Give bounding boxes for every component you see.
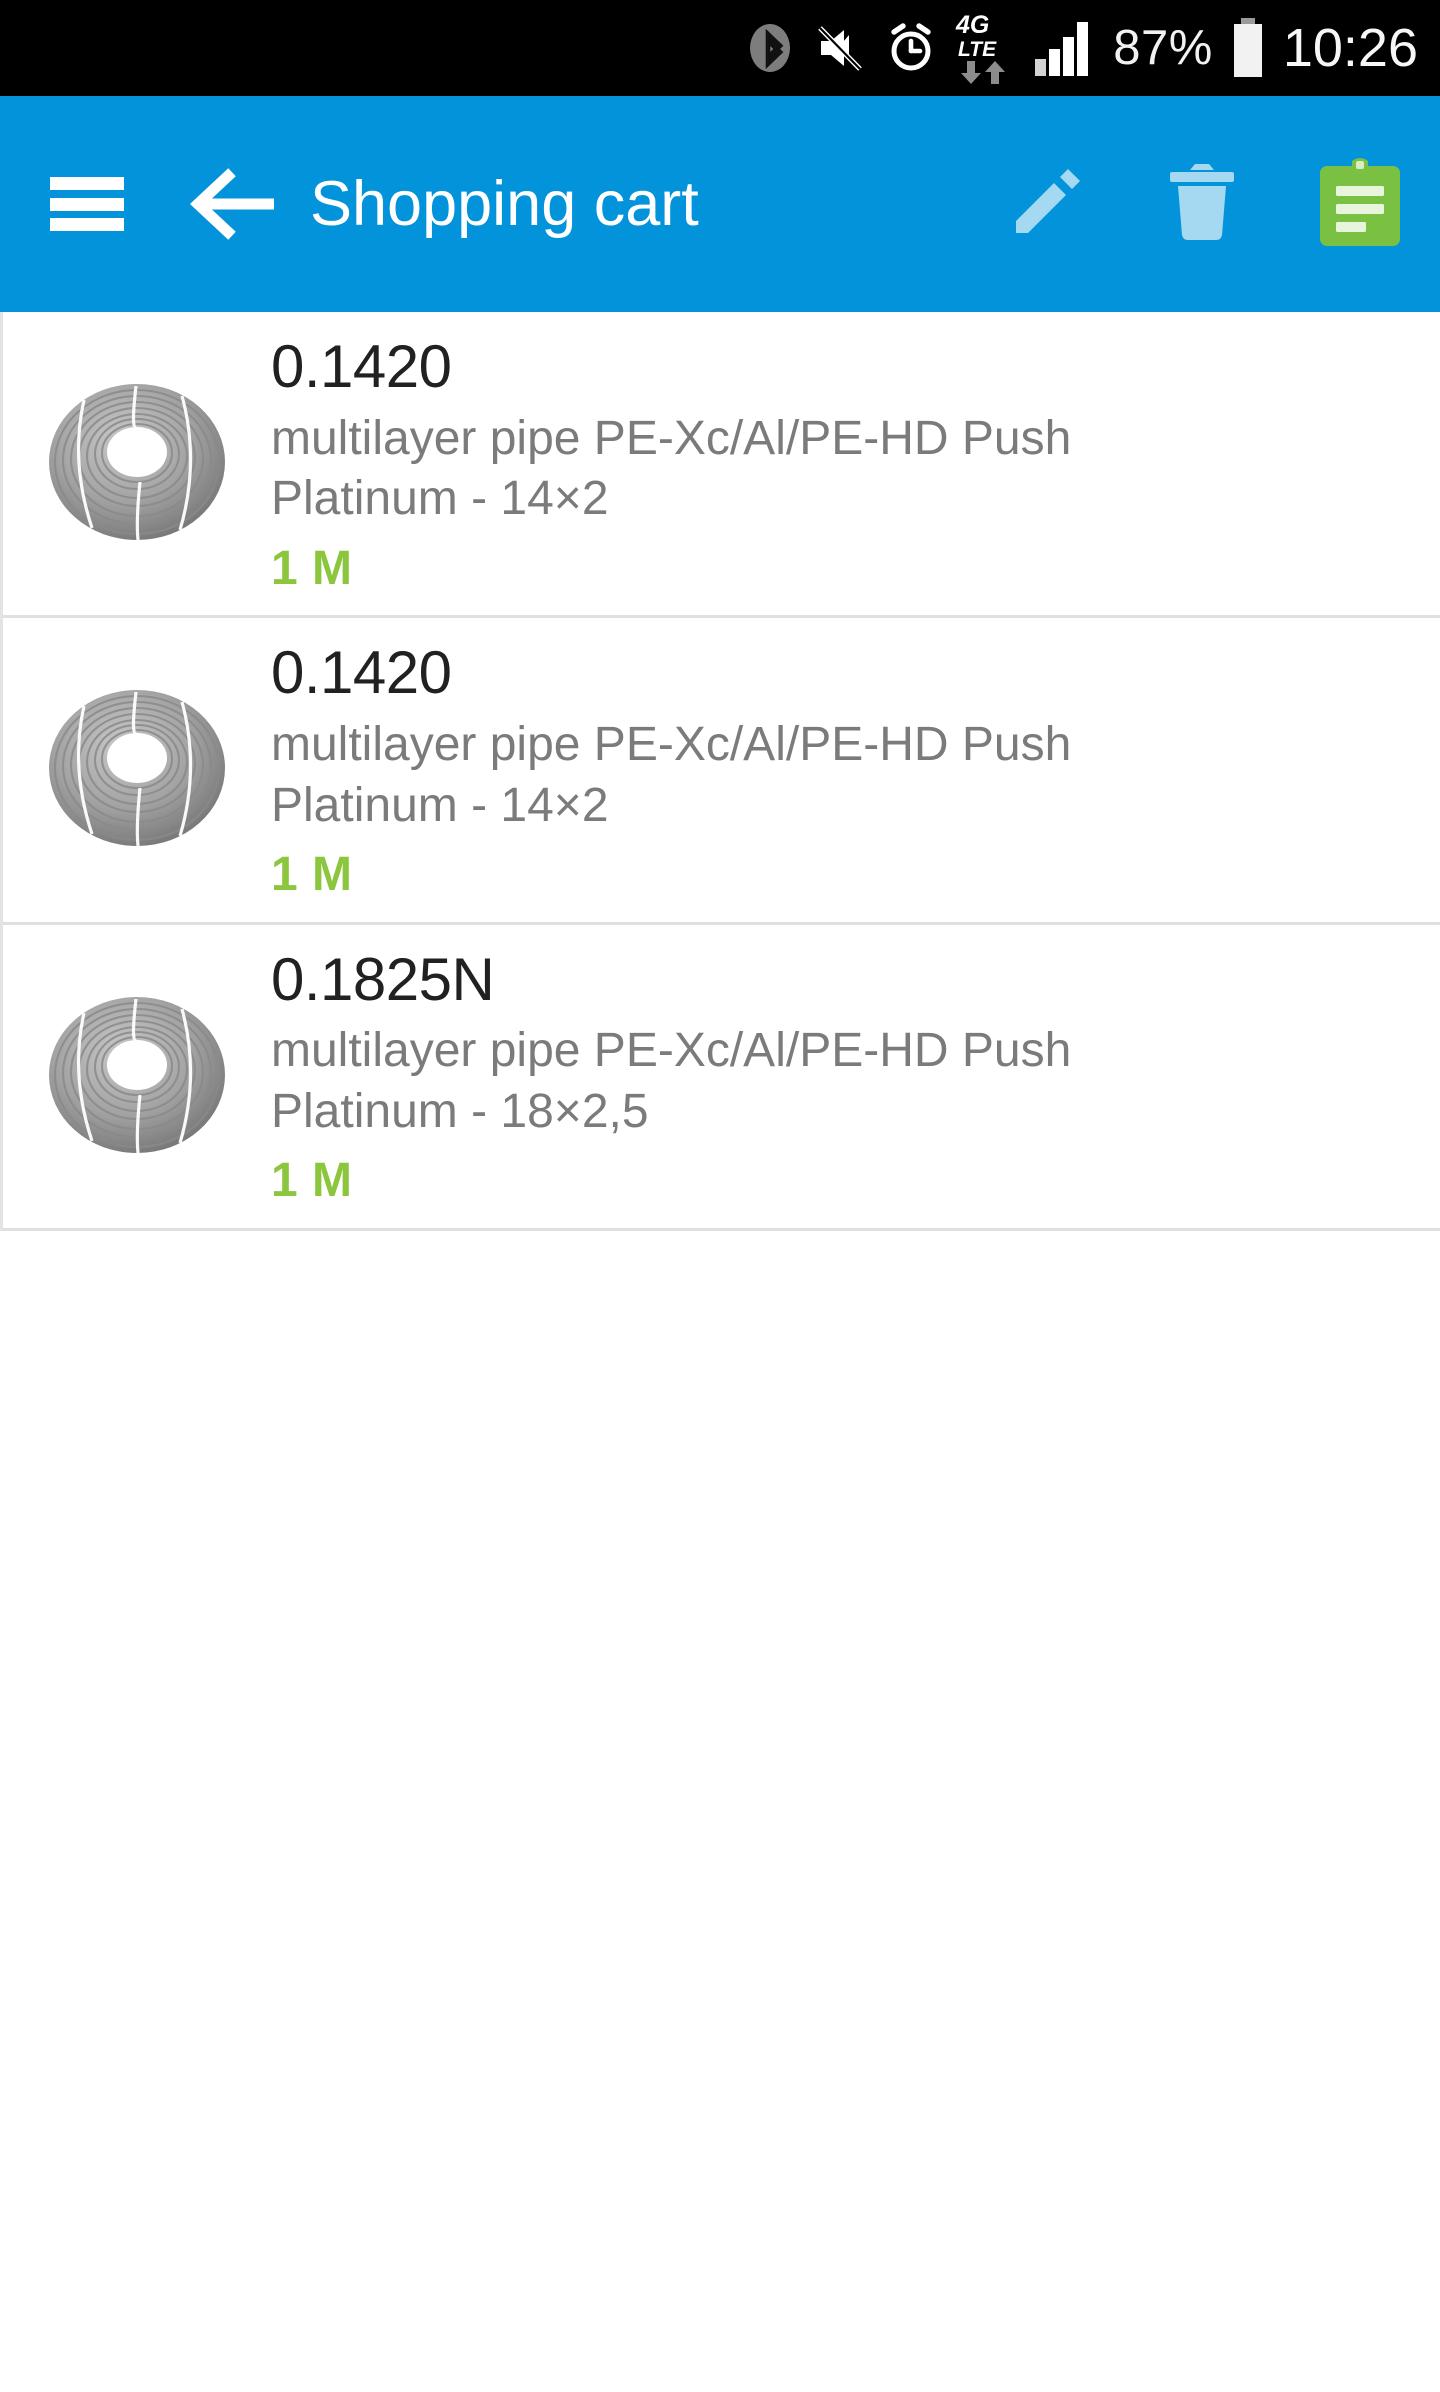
bluetooth-icon — [744, 22, 796, 74]
status-bar: 4G LTE 87% 10:26 — [0, 0, 1440, 96]
clock-label: 10:26 — [1282, 18, 1418, 78]
product-description: multilayer pipe PE-Xc/Al/PE-HD Push Plat… — [271, 1024, 1072, 1138]
table-row[interactable]: 0.1420 multilayer pipe PE-Xc/Al/PE-HD Pu… — [3, 618, 1440, 925]
product-quantity: 1 M — [271, 1154, 353, 1208]
product-info: 0.1825N multilayer pipe PE-Xc/Al/PE-HD P… — [271, 939, 1440, 1210]
signal-bars-icon — [1034, 19, 1096, 77]
hamburger-menu-icon[interactable] — [50, 177, 124, 231]
svg-text:4G: 4G — [955, 11, 989, 39]
cart-list: 0.1420 multilayer pipe PE-Xc/Al/PE-HD Pu… — [0, 312, 1440, 1231]
pipe-coil-image — [49, 384, 225, 541]
svg-text:LTE: LTE — [958, 38, 997, 61]
product-thumbnail — [3, 939, 271, 1163]
alarm-icon — [884, 21, 938, 75]
product-code: 0.1420 — [271, 639, 452, 707]
product-description: multilayer pipe PE-Xc/Al/PE-HD Push Plat… — [271, 411, 1072, 526]
product-quantity: 1 M — [271, 848, 353, 902]
product-code: 0.1825N — [271, 945, 495, 1013]
order-button[interactable] — [1314, 155, 1406, 254]
pipe-coil-image — [49, 690, 225, 847]
pencil-icon — [1004, 159, 1090, 250]
app-screen: 4G LTE 87% 10:26 Shopping cart 0.1420 mu… — [0, 0, 1440, 2392]
product-quantity: 1 M — [271, 541, 353, 595]
clipboard-icon — [1314, 155, 1406, 254]
pipe-coil-image — [49, 996, 225, 1153]
product-info: 0.1420 multilayer pipe PE-Xc/Al/PE-HD Pu… — [271, 326, 1440, 597]
table-row[interactable]: 0.1420 multilayer pipe PE-Xc/Al/PE-HD Pu… — [3, 312, 1440, 619]
trash-icon — [1162, 159, 1242, 250]
product-info: 0.1420 multilayer pipe PE-Xc/Al/PE-HD Pu… — [271, 632, 1440, 903]
product-thumbnail — [3, 326, 271, 550]
battery-icon — [1230, 17, 1266, 79]
table-row[interactable]: 0.1825N multilayer pipe PE-Xc/Al/PE-HD P… — [3, 924, 1440, 1231]
mute-icon — [813, 23, 867, 73]
battery-percent-label: 87% — [1113, 20, 1213, 75]
edit-button[interactable] — [1004, 159, 1090, 250]
product-thumbnail — [3, 632, 271, 856]
delete-button[interactable] — [1162, 159, 1242, 250]
product-description: multilayer pipe PE-Xc/Al/PE-HD Push Plat… — [271, 718, 1072, 832]
page-title: Shopping cart — [310, 168, 699, 239]
product-code: 0.1420 — [271, 333, 452, 400]
back-arrow-icon[interactable] — [186, 168, 278, 240]
4g-lte-icon: 4G LTE — [955, 11, 1017, 85]
app-bar: Shopping cart — [0, 96, 1440, 312]
